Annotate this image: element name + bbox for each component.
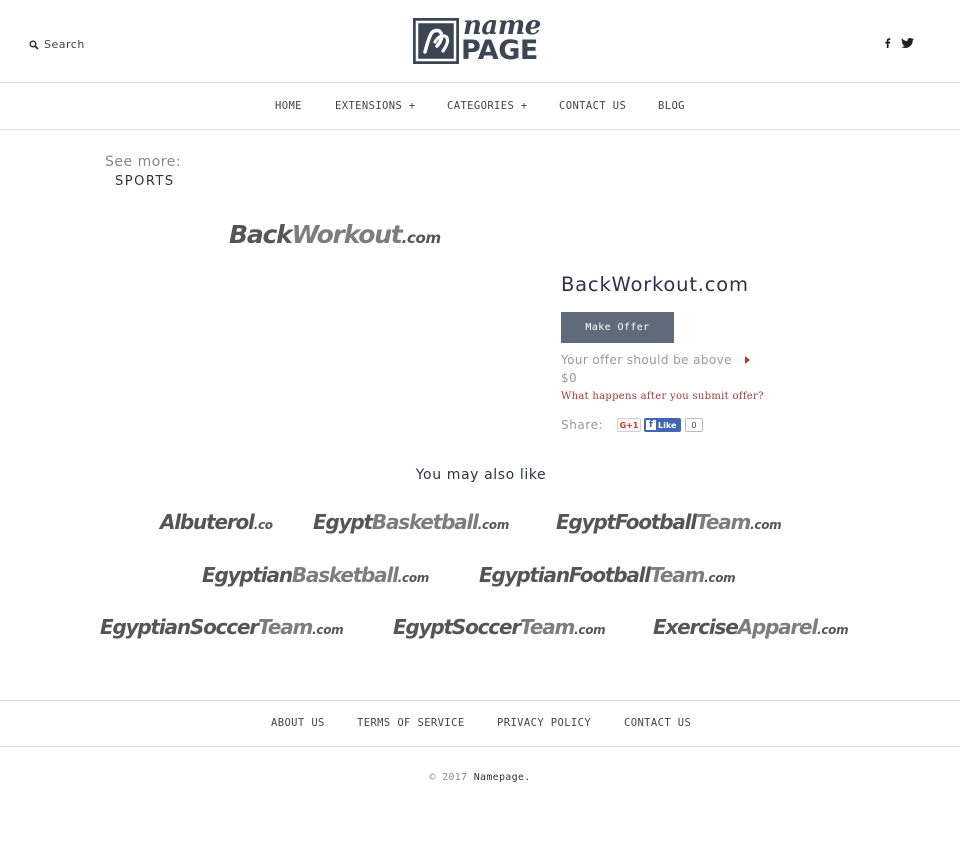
- related-domain-dark: Albuterol: [160, 510, 255, 534]
- footer-privacy-policy[interactable]: PRIVACY POLICY: [497, 717, 591, 729]
- domain-logo-tld: .com: [401, 229, 442, 247]
- main-nav: HOME EXTENSIONS + CATEGORIES + CONTACT U…: [0, 83, 960, 130]
- twitter-icon[interactable]: [901, 38, 914, 48]
- nav-home[interactable]: HOME: [275, 100, 302, 112]
- search-trigger[interactable]: Search: [29, 38, 85, 51]
- footer-nav: ABOUT US TERMS OF SERVICE PRIVACY POLICY…: [0, 700, 960, 747]
- facebook-like-button[interactable]: f Like: [644, 418, 681, 432]
- facebook-icon: f: [646, 420, 656, 430]
- related-domain-dark: EgyptSoccer: [393, 615, 521, 639]
- related-domain-dark: Egyptian: [202, 563, 293, 587]
- related-domain-dark: EgyptFootball: [556, 510, 697, 534]
- related-domain-tld: .com: [574, 623, 606, 637]
- offer-note: Your offer should be above: [561, 353, 732, 367]
- related-domain-link[interactable]: ExerciseApparel.com: [653, 615, 849, 639]
- related-domain-tld: .com: [817, 623, 849, 637]
- logo-page-text: PAGE: [461, 35, 538, 66]
- nav-contact-us[interactable]: CONTACT US: [559, 100, 626, 112]
- related-domain-tld: .com: [477, 518, 510, 532]
- related-domain-link[interactable]: EgyptSoccerTeam.com: [393, 615, 606, 639]
- related-domain-tld: .com: [397, 571, 430, 585]
- related-domain-dark: EgyptianFootball: [479, 563, 651, 587]
- related-domain-dark: EgyptianSoccer: [100, 615, 259, 639]
- caret-right-icon[interactable]: [745, 356, 750, 364]
- related-domain-light: Team: [649, 563, 705, 587]
- related-domain-link[interactable]: EgyptianSoccerTeam.com: [100, 615, 344, 639]
- also-like-heading: You may also like: [415, 467, 547, 483]
- related-domain-dark: Exercise: [653, 615, 739, 639]
- search-icon: [29, 39, 39, 50]
- related-domain-light: Basketball: [371, 510, 479, 534]
- site-header: Search name PAGE: [0, 0, 960, 83]
- search-label: Search: [44, 38, 85, 51]
- domain-logo-dark: Back: [229, 220, 293, 249]
- domain-logo-light: Workout: [291, 220, 403, 249]
- domain-logo: BackWorkout.com: [229, 220, 441, 249]
- related-domain-link[interactable]: EgyptianFootballTeam.com: [479, 563, 736, 587]
- see-more-label: See more:: [105, 154, 182, 170]
- related-domain-link[interactable]: EgyptFootballTeam.com: [556, 510, 782, 534]
- nav-extensions[interactable]: EXTENSIONS +: [335, 100, 416, 112]
- logo-mark: [413, 18, 459, 64]
- copyright: © 2017 Namepage.: [0, 772, 960, 783]
- nav-categories[interactable]: CATEGORIES +: [447, 100, 528, 112]
- domain-title: BackWorkout.com: [561, 273, 749, 296]
- site-logo[interactable]: name PAGE: [413, 11, 549, 66]
- category-link-sports[interactable]: SPORTS: [115, 174, 175, 189]
- facebook-like-label: Like: [658, 420, 677, 430]
- share-label: Share:: [561, 418, 604, 432]
- related-domain-dark: Egypt: [313, 510, 373, 534]
- related-domain-light: Apparel: [737, 615, 819, 639]
- footer-contact-us[interactable]: CONTACT US: [624, 717, 691, 729]
- footer-about-us[interactable]: ABOUT US: [271, 717, 325, 729]
- offer-minimum-amount: $0: [561, 371, 578, 385]
- related-domain-light: Team: [257, 615, 313, 639]
- related-domain-tld: .com: [704, 571, 736, 585]
- make-offer-button[interactable]: Make Offer: [561, 312, 674, 343]
- related-domain-link[interactable]: EgyptianBasketball.com: [202, 563, 429, 587]
- related-domain-tld: .com: [312, 623, 344, 637]
- related-domain-light: Team: [519, 615, 575, 639]
- google-plus-button[interactable]: G+1: [617, 418, 641, 432]
- footer-terms-of-service[interactable]: TERMS OF SERVICE: [357, 717, 465, 729]
- related-domain-tld: .co: [253, 518, 273, 532]
- related-domain-tld: .com: [750, 518, 782, 532]
- related-domain-link[interactable]: EgyptBasketball.com: [313, 510, 509, 534]
- nav-blog[interactable]: BLOG: [658, 100, 685, 112]
- what-happens-link[interactable]: What happens after you submit offer?: [561, 391, 764, 402]
- like-count: 0: [685, 418, 703, 432]
- related-domain-link[interactable]: Albuterol.co: [160, 510, 273, 534]
- copyright-text: © 2017: [429, 772, 468, 783]
- copyright-brand-link[interactable]: Namepage.: [474, 772, 531, 783]
- related-domain-light: Team: [695, 510, 751, 534]
- facebook-icon[interactable]: [884, 38, 891, 48]
- related-domain-light: Basketball: [291, 563, 399, 587]
